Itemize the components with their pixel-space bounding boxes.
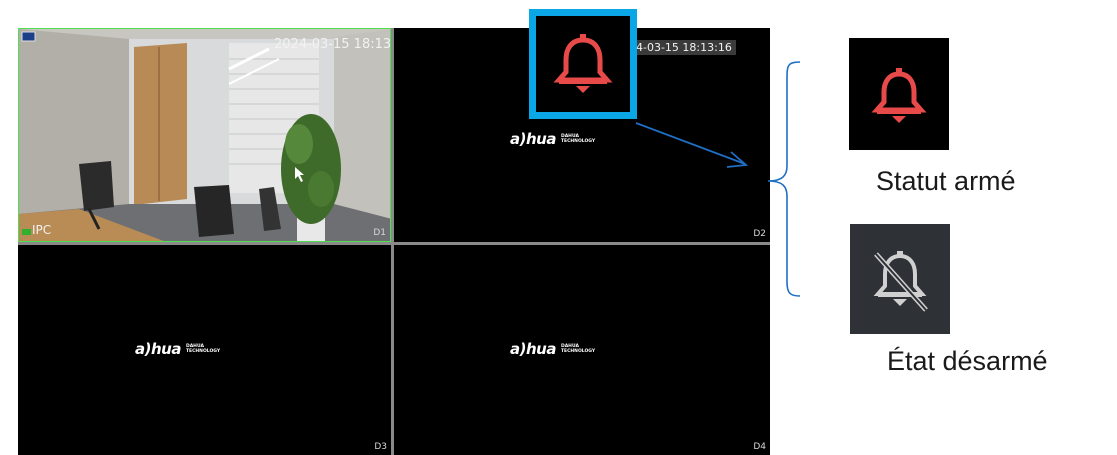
dahua-logo: a)hua DAHUA TECHNOLOGY <box>510 340 595 358</box>
logo-line2: TECHNOLOGY <box>560 349 596 354</box>
disarmed-status-label: État désarmé <box>887 346 1048 376</box>
bell-icon <box>871 68 927 123</box>
channel-label: D4 <box>753 442 766 452</box>
camera-overlay-text: IPC <box>32 223 52 237</box>
grid-divider-horizontal <box>18 242 770 245</box>
dahua-logo: a)hua DAHUA TECHNOLOGY <box>135 340 220 358</box>
bell-icon <box>553 34 613 93</box>
armed-status-icon <box>849 38 949 150</box>
camera-grid: 2024-03-15 18:13:15 IPC D1 4-03-15 18:13… <box>18 28 770 455</box>
logo-brand: a)hua <box>135 340 181 358</box>
channel-label: D3 <box>374 442 387 452</box>
arm-toggle-button[interactable] <box>529 9 637 119</box>
logo-line2: TECHNOLOGY <box>185 349 221 354</box>
logo-brand: a)hua <box>510 130 556 148</box>
camera-tile-d1[interactable]: 2024-03-15 18:13:15 IPC D1 <box>18 28 391 242</box>
channel-label: D1 <box>373 228 386 238</box>
camera-timestamp: 4-03-15 18:13:16 <box>632 40 736 55</box>
armed-status-label: Statut armé <box>876 166 1016 196</box>
disarmed-status-icon <box>850 224 950 334</box>
channel-label: D2 <box>753 229 766 239</box>
camera-feed-image <box>19 29 390 241</box>
bell-slash-icon <box>873 251 928 312</box>
logo-brand: a)hua <box>510 340 556 358</box>
logo-line2: TECHNOLOGY <box>560 139 596 144</box>
camera-tile-d3[interactable]: a)hua DAHUA TECHNOLOGY D3 <box>18 245 391 455</box>
camera-tile-d4[interactable]: a)hua DAHUA TECHNOLOGY D4 <box>394 245 770 455</box>
camera-timestamp: 2024-03-15 18:13:15 <box>274 37 391 52</box>
dahua-logo: a)hua DAHUA TECHNOLOGY <box>510 130 595 148</box>
